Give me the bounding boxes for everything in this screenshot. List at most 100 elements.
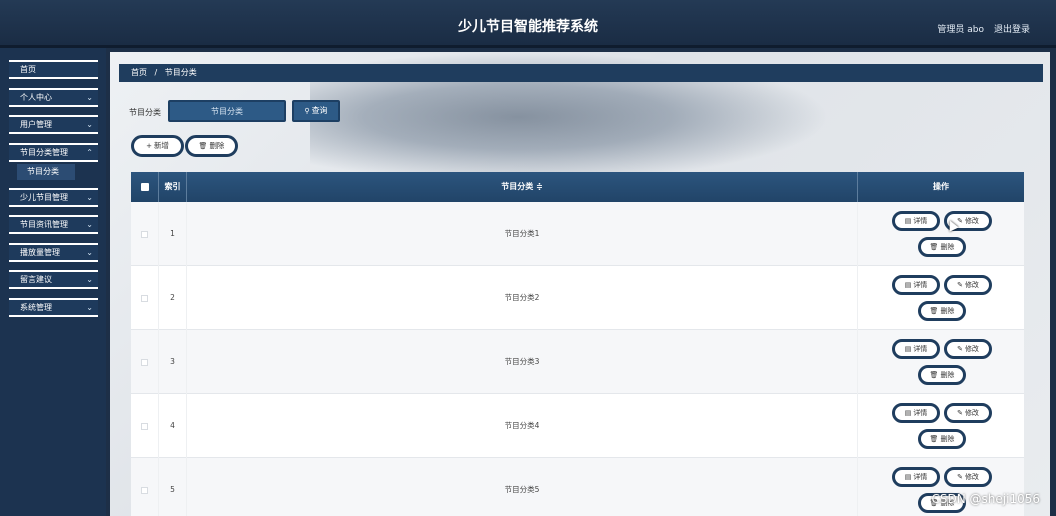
plus-icon: + bbox=[146, 142, 152, 150]
row-checkbox-cell bbox=[131, 458, 159, 516]
table-row: 1 节目分类1 ▤ 详情 ✎ 修改 🗑 删除 bbox=[131, 202, 1024, 266]
sidebar-item-category-management[interactable]: 节目分类管理 ⌃ bbox=[9, 143, 98, 162]
select-all-checkbox[interactable] bbox=[140, 182, 149, 191]
chevron-down-icon: ⌄ bbox=[86, 193, 93, 202]
chevron-down-icon: ⌄ bbox=[86, 120, 93, 129]
table-row: 4 节目分类4 ▤ 详情 ✎ 修改 🗑 删除 bbox=[131, 394, 1024, 458]
edit-label: 修改 bbox=[964, 409, 979, 417]
detail-button[interactable]: ▤ 详情 bbox=[892, 339, 940, 359]
row-actions: ▤ 详情 ✎ 修改 🗑 删除 bbox=[858, 330, 1024, 394]
header-operations: 操作 bbox=[933, 182, 949, 191]
pencil-icon: ✎ bbox=[957, 473, 963, 481]
edit-label: 修改 bbox=[964, 345, 979, 353]
edit-button[interactable]: ✎ 修改 bbox=[944, 467, 992, 487]
sidebar-item-label: 少儿节目管理 bbox=[20, 193, 68, 202]
row-index: 4 bbox=[159, 394, 187, 458]
detail-label: 详情 bbox=[913, 217, 928, 225]
delete-button[interactable]: 🗑 删除 bbox=[918, 365, 966, 385]
row-actions: ▤ 详情 ✎ 修改 🗑 删除 bbox=[858, 202, 1024, 266]
main-content: 首页 / 节目分类 节目分类 ⚲查询 +新增 🗑删除 索引 节目分类 ≑ 操作 … bbox=[110, 52, 1050, 516]
add-button-label: 新增 bbox=[153, 141, 169, 150]
category-search-input[interactable] bbox=[168, 100, 286, 122]
row-checkbox-cell bbox=[131, 202, 159, 266]
detail-button[interactable]: ▤ 详情 bbox=[892, 467, 940, 487]
row-checkbox[interactable] bbox=[141, 487, 148, 494]
sidebar-item-news-management[interactable]: 节目资讯管理 ⌄ bbox=[9, 215, 98, 234]
search-icon: ⚲ bbox=[304, 107, 310, 115]
sidebar-subitem-category[interactable]: 节目分类 bbox=[17, 164, 75, 180]
chevron-down-icon: ⌄ bbox=[86, 275, 93, 284]
edit-label: 修改 bbox=[964, 217, 979, 225]
table-row: 5 节目分类5 ▤ 详情 ✎ 修改 🗑 删除 bbox=[131, 458, 1024, 516]
trash-icon: 🗑 bbox=[929, 307, 939, 315]
pencil-icon: ✎ bbox=[957, 409, 963, 417]
sidebar-item-system-management[interactable]: 系统管理 ⌄ bbox=[9, 298, 98, 317]
delete-button[interactable]: 🗑 删除 bbox=[918, 301, 966, 321]
sidebar-item-home[interactable]: 首页 bbox=[9, 60, 98, 79]
table-row: 2 节目分类2 ▤ 详情 ✎ 修改 🗑 删除 bbox=[131, 266, 1024, 330]
sidebar-item-playcount-management[interactable]: 播放量管理 ⌄ bbox=[9, 243, 98, 262]
sidebar-item-feedback[interactable]: 留言建议 ⌄ bbox=[9, 270, 98, 289]
sidebar-item-label: 节目资讯管理 bbox=[20, 220, 68, 229]
delete-button[interactable]: 🗑 删除 bbox=[918, 237, 966, 257]
row-checkbox-cell bbox=[131, 266, 159, 330]
sidebar: 首页 个人中心 ⌄ 用户管理 ⌄ 节目分类管理 ⌃ 节目分类 少儿节目管理 ⌄ … bbox=[0, 48, 106, 516]
trash-icon: 🗑 bbox=[929, 243, 939, 251]
detail-label: 详情 bbox=[913, 281, 928, 289]
row-checkbox[interactable] bbox=[141, 423, 148, 430]
top-bar: 少儿节目智能推荐系统 管理员 abo 退出登录 bbox=[0, 0, 1056, 48]
sidebar-item-label: 播放量管理 bbox=[20, 248, 60, 257]
row-actions: ▤ 详情 ✎ 修改 🗑 删除 bbox=[858, 458, 1024, 516]
pencil-icon: ✎ bbox=[957, 345, 963, 353]
category-table: 索引 节目分类 ≑ 操作 1 节目分类1 ▤ 详情 ✎ 修改 🗑 删除 2 节目分类2… bbox=[131, 172, 1024, 516]
breadcrumb: 首页 / 节目分类 bbox=[119, 64, 1043, 82]
row-category-name: 节目分类1 bbox=[187, 202, 858, 266]
table-header: 索引 节目分类 ≑ 操作 bbox=[131, 172, 1024, 202]
batch-delete-button[interactable]: 🗑 删除 bbox=[185, 135, 238, 157]
delete-label: 删除 bbox=[940, 371, 955, 379]
detail-label: 详情 bbox=[913, 409, 928, 417]
chevron-down-icon: ⌄ bbox=[86, 248, 93, 257]
detail-button[interactable]: ▤ 详情 bbox=[892, 211, 940, 231]
row-index: 3 bbox=[159, 330, 187, 394]
query-button[interactable]: ⚲ 查询 bbox=[292, 100, 340, 122]
app-title: 少儿节目智能推荐系统 bbox=[458, 19, 598, 35]
header-checkbox-cell bbox=[131, 172, 159, 202]
edit-button[interactable]: ✎ 修改 bbox=[944, 339, 992, 359]
row-checkbox[interactable] bbox=[141, 231, 148, 238]
row-actions: ▤ 详情 ✎ 修改 🗑 删除 bbox=[858, 394, 1024, 458]
pencil-icon: ✎ bbox=[957, 281, 963, 289]
add-button[interactable]: + 新增 bbox=[131, 135, 184, 157]
delete-label: 删除 bbox=[940, 435, 955, 443]
edit-label: 修改 bbox=[964, 473, 979, 481]
delete-button[interactable]: 🗑 删除 bbox=[918, 429, 966, 449]
row-actions: ▤ 详情 ✎ 修改 🗑 删除 bbox=[858, 266, 1024, 330]
breadcrumb-home[interactable]: 首页 bbox=[131, 68, 147, 77]
admin-name: 管理员 abo bbox=[937, 25, 984, 35]
detail-button[interactable]: ▤ 详情 bbox=[892, 275, 940, 295]
row-index: 1 bbox=[159, 202, 187, 266]
header-category-name[interactable]: 节目分类 ≑ bbox=[187, 172, 858, 202]
trash-icon: 🗑 bbox=[929, 435, 939, 443]
breadcrumb-current: 节目分类 bbox=[164, 68, 197, 77]
sidebar-item-user-management[interactable]: 用户管理 ⌄ bbox=[9, 115, 98, 134]
document-icon: ▤ bbox=[904, 345, 912, 353]
sidebar-item-personal-center[interactable]: 个人中心 ⌄ bbox=[9, 88, 98, 107]
row-category-name: 节目分类3 bbox=[187, 330, 858, 394]
edit-button[interactable]: ✎ 修改 bbox=[944, 403, 992, 423]
row-checkbox[interactable] bbox=[141, 359, 148, 366]
edit-button[interactable]: ✎ 修改 bbox=[944, 275, 992, 295]
sidebar-item-label: 首页 bbox=[20, 65, 36, 74]
edit-label: 修改 bbox=[964, 281, 979, 289]
delete-button-label: 删除 bbox=[209, 141, 225, 150]
chevron-down-icon: ⌄ bbox=[86, 93, 93, 102]
search-label: 节目分类 bbox=[129, 108, 161, 117]
row-index: 2 bbox=[159, 266, 187, 330]
document-icon: ▤ bbox=[904, 217, 912, 225]
sidebar-item-program-management[interactable]: 少儿节目管理 ⌄ bbox=[9, 188, 98, 207]
detail-button[interactable]: ▤ 详情 bbox=[892, 403, 940, 423]
logout-link[interactable]: 退出登录 bbox=[994, 22, 1030, 35]
row-checkbox[interactable] bbox=[141, 295, 148, 302]
sidebar-item-label: 留言建议 bbox=[20, 275, 52, 284]
table-row: 3 节目分类3 ▤ 详情 ✎ 修改 🗑 删除 bbox=[131, 330, 1024, 394]
